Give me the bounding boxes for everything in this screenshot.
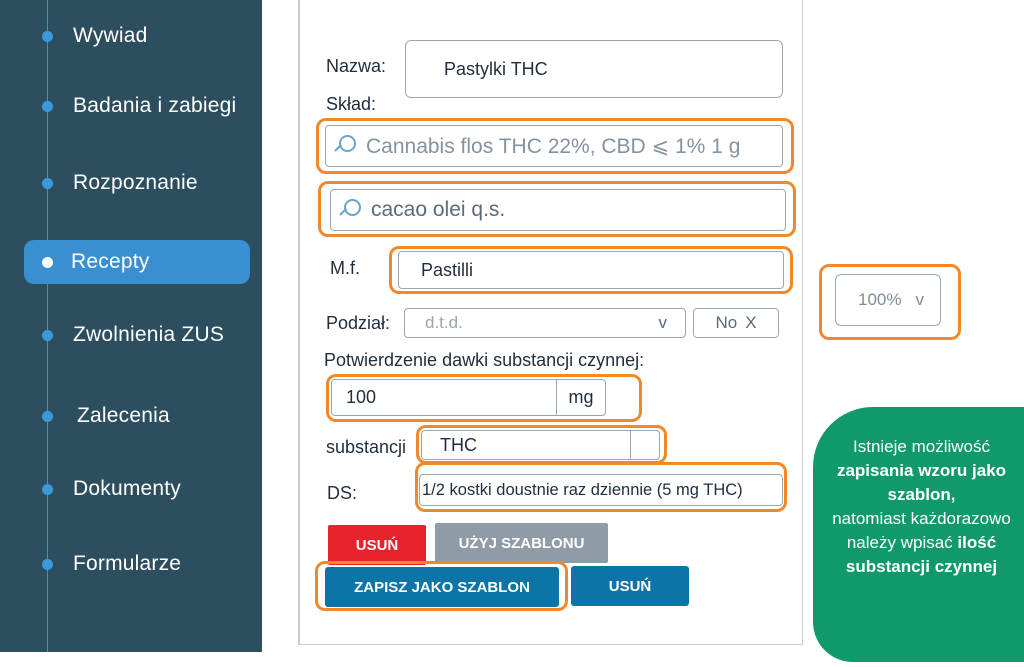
callout-text: Istnieje możliwość (853, 437, 990, 456)
dose-input[interactable]: 100 (331, 379, 557, 416)
division-value: d.t.d. (425, 313, 463, 332)
sidebar-item-label: Formularze (73, 552, 182, 575)
division-select[interactable]: d.t.d. v (404, 308, 686, 338)
name-field[interactable]: Pastylki THC (405, 40, 783, 98)
substance-label: substancji (326, 437, 407, 457)
callout-bold-text: zapisania wzoru jako szablon, (836, 461, 1007, 504)
name-label: Nazwa: (326, 56, 387, 76)
substance-value: THC (440, 434, 477, 455)
no-value: X (745, 313, 757, 332)
percent-select[interactable]: 100% v (835, 274, 941, 326)
panel-border-right (802, 0, 803, 645)
mf-label: M.f. (330, 258, 360, 278)
bullet-icon (42, 329, 53, 341)
sidebar-item-label: Wywiad (73, 24, 148, 47)
save-as-template-button[interactable]: ZAPISZ JAKO SZABLON (325, 567, 559, 607)
dose-value: 100 (346, 387, 377, 407)
sidebar-item-label: Rozpoznanie (73, 171, 198, 194)
sidebar-item-wywiad[interactable]: Wywiad (0, 16, 262, 56)
sidebar: Wywiad Badania i zabiegi Rozpoznanie Rec… (0, 0, 262, 652)
ds-value: 1/2 kostki doustnie raz dziennie (5 mg T… (422, 480, 743, 499)
use-template-button[interactable]: UŻYJ SZABLONU (435, 523, 608, 563)
dose-confirm-label: Potwierdzenie dawki substancji czynnej: (324, 350, 645, 370)
chevron-down-icon: v (915, 290, 924, 309)
sidebar-item-zwolnienia[interactable]: Zwolnienia ZUS (0, 315, 262, 355)
sidebar-item-badania[interactable]: Badania i zabiegi (0, 86, 262, 126)
substance-field[interactable]: THC (421, 430, 631, 460)
search-icon (334, 134, 358, 158)
dose-unit-select[interactable]: mg (556, 379, 606, 416)
dose-unit: mg (568, 387, 594, 407)
sidebar-item-label: Zwolnienia ZUS (73, 323, 225, 346)
composition-label: Skład: (326, 94, 377, 114)
mf-value: Pastilli (421, 259, 474, 280)
panel-border-bottom (298, 644, 803, 645)
ds-field[interactable]: 1/2 kostki doustnie raz dziennie (5 mg T… (419, 474, 783, 506)
bullet-icon (42, 30, 53, 42)
bullet-icon (42, 177, 53, 189)
sidebar-item-formularze[interactable]: Formularze (0, 544, 262, 584)
chevron-down-icon: v (658, 313, 668, 332)
ds-label: DS: (327, 483, 358, 503)
search-icon (339, 198, 363, 222)
bullet-icon (42, 100, 53, 112)
bullet-icon (42, 256, 53, 268)
sidebar-item-recepty[interactable]: Recepty (0, 240, 262, 284)
bullet-icon (42, 483, 53, 495)
sidebar-item-label: Badania i zabiegi (73, 94, 237, 117)
sidebar-item-label: Recepty (71, 250, 150, 273)
substance-dropdown[interactable] (630, 430, 660, 460)
delete-template-button[interactable]: USUŃ (328, 525, 426, 565)
sidebar-item-label: Dokumenty (73, 477, 182, 500)
division-label: Podział: (326, 313, 391, 333)
ingredient-2-value: cacao olei q.s. (371, 198, 506, 221)
percent-value: 100% (858, 290, 902, 309)
sidebar-item-zalecenia[interactable]: Zalecenia (0, 396, 262, 436)
panel-border-left (298, 0, 300, 645)
no-label: No (715, 313, 738, 332)
ingredient-1-value: Cannabis flos THC 22%, CBD ⩽ 1% 1 g (366, 134, 741, 158)
bullet-icon (42, 558, 53, 570)
sidebar-item-rozpoznanie[interactable]: Rozpoznanie (0, 163, 262, 203)
bullet-icon (42, 410, 53, 422)
sidebar-item-dokumenty[interactable]: Dokumenty (0, 469, 262, 509)
ingredient-2-search-field[interactable]: cacao olei q.s. (330, 189, 786, 231)
mf-field[interactable]: Pastilli (398, 251, 784, 289)
ingredient-1-search-field[interactable]: Cannabis flos THC 22%, CBD ⩽ 1% 1 g (325, 125, 783, 167)
sidebar-item-label: Zalecenia (77, 404, 170, 427)
name-value: Pastylki THC (444, 58, 548, 79)
info-callout: Istnieje możliwość zapisania wzoru jako … (813, 407, 1024, 662)
no-field[interactable]: No X (693, 308, 779, 338)
delete-button[interactable]: USUŃ (571, 566, 689, 606)
